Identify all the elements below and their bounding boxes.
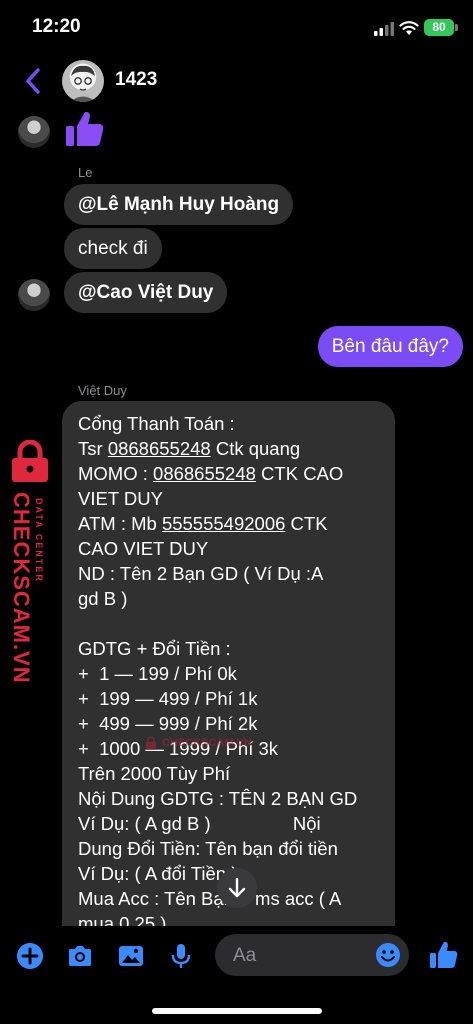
gallery-icon[interactable] — [117, 942, 145, 970]
avatar-face-icon — [70, 65, 96, 102]
message-line: + 1 — 199 / Phí 0k — [78, 663, 237, 684]
plus-icon[interactable] — [16, 942, 44, 970]
lock-icon — [12, 440, 48, 482]
sender-avatar[interactable] — [18, 279, 50, 311]
battery-indicator: 80 — [424, 19, 454, 36]
message-input-placeholder: Aa — [233, 945, 257, 966]
watermark-logo: CHECKSCAM.VN DATA CENTER — [2, 436, 58, 684]
back-button[interactable] — [22, 66, 44, 96]
message-line: ATM : Mb 555555492006 CTK — [78, 513, 328, 534]
message-line: + 499 — 999 / Phí 2k — [78, 713, 258, 734]
sender-avatar[interactable] — [18, 116, 50, 148]
scroll-down-button[interactable] — [217, 868, 257, 908]
message-line: GDTG + Đổi Tiền : — [78, 638, 231, 659]
signal-icon — [374, 22, 394, 36]
message-line: Trên 2000 Tùy Phí — [78, 763, 231, 784]
wifi-icon — [399, 21, 419, 35]
chat-header: 1423 — [0, 56, 473, 106]
message-line: ND : Tên 2 Bạn GD ( Ví Dụ :A — [78, 563, 324, 584]
sender-name: Le — [78, 165, 93, 180]
message-line: Dung Đổi Tiền: Tên bạn đổi tiền — [78, 838, 338, 859]
message-composer: Aa — [0, 926, 473, 986]
outgoing-message-bubble[interactable]: Bên đâu đây? — [317, 326, 463, 367]
watermark-brand: CHECKSCAM.VN — [9, 492, 34, 684]
arrow-down-icon — [228, 877, 246, 898]
thumbs-up-icon — [66, 111, 104, 146]
message-line: Tsr 0868655248 Ctk quang — [78, 438, 301, 459]
message-line: Cổng Thanh Toán : — [78, 413, 235, 434]
message-line: CAO VIET DUY — [78, 538, 209, 559]
home-indicator — [152, 1008, 322, 1014]
message-line: Ví Dụ: ( A gd B ) Nội — [78, 813, 321, 834]
account-number-link[interactable]: 555555492006 — [162, 513, 285, 534]
message-bubble[interactable]: check đi — [64, 228, 162, 269]
watermark-center-text: CHECKSCAM.VN — [162, 737, 252, 749]
status-time: 12:20 — [32, 16, 81, 37]
camera-icon[interactable] — [66, 942, 94, 970]
watermark-tagline: DATA CENTER — [34, 498, 44, 583]
battery-tip — [455, 24, 458, 31]
message-bubble[interactable]: @Lê Mạnh Huy Hoàng — [64, 184, 294, 225]
phone-link[interactable]: 0868655248 — [108, 438, 211, 459]
phone-link[interactable]: 0868655248 — [153, 463, 256, 484]
status-bar: 12:20 80 — [0, 0, 473, 56]
contact-avatar[interactable] — [62, 60, 104, 102]
message-line: Nội Dung GDTG : TÊN 2 BẠN GD — [78, 788, 358, 809]
lock-icon — [146, 736, 156, 750]
message-input[interactable]: Aa — [215, 934, 409, 976]
message-line: gd B ) — [78, 588, 128, 609]
message-bubble[interactable]: @Cao Việt Duy — [64, 272, 228, 313]
watermark-center: CHECKSCAM.VN — [144, 736, 252, 750]
microphone-icon[interactable] — [167, 942, 195, 970]
like-button[interactable] — [429, 940, 459, 970]
contact-name[interactable]: 1423 — [115, 69, 157, 91]
message-line — [78, 611, 381, 636]
message-line: + 199 — 499 / Phí 1k — [78, 688, 258, 709]
message-line: MOMO : 0868655248 CTK CAO — [78, 463, 344, 484]
emoji-icon[interactable] — [375, 942, 401, 968]
sender-name: Việt Duy — [78, 383, 127, 398]
message-line: VIET DUY — [78, 488, 163, 509]
